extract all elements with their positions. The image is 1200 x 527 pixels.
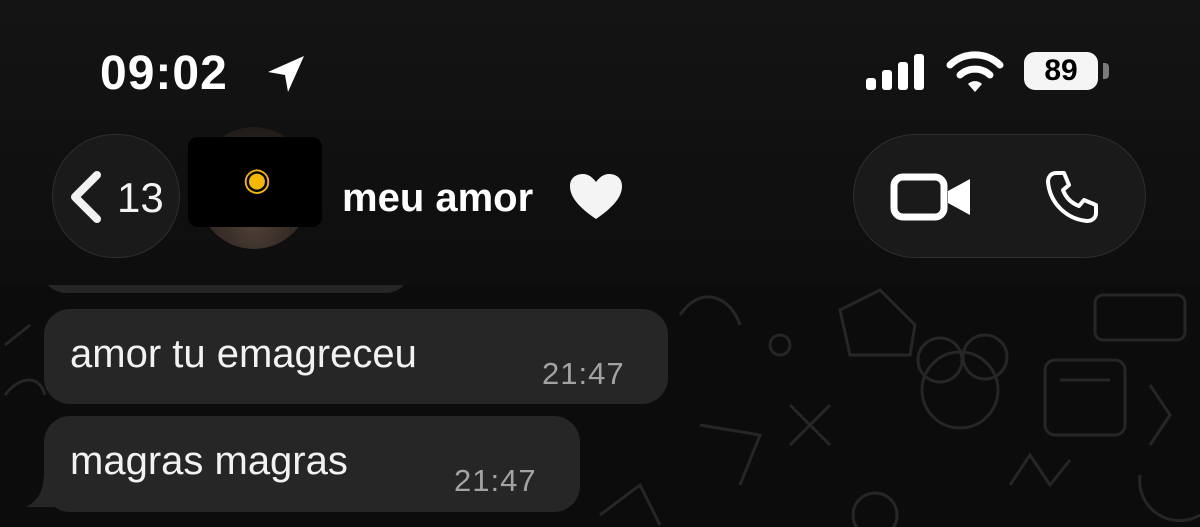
chat-header: 09:02 89 13 ◉ meu amor xyxy=(0,0,1200,285)
contact-name[interactable]: meu amor xyxy=(342,176,533,220)
message-time: 21:47 xyxy=(542,356,625,391)
partying-face-icon: ◉ xyxy=(243,161,271,197)
avatar-sticker: ◉ xyxy=(188,137,322,227)
battery-cap xyxy=(1103,63,1109,79)
video-call-icon[interactable] xyxy=(890,173,974,221)
message-time: 21:47 xyxy=(454,463,537,498)
status-time: 09:02 xyxy=(100,47,228,100)
unread-count: 13 xyxy=(117,174,164,221)
message-bubble[interactable]: amor tu emagreceu 21:47 xyxy=(44,309,668,404)
previous-message-bubble xyxy=(42,285,410,293)
call-actions xyxy=(853,134,1146,258)
cellular-signal-icon xyxy=(866,54,924,90)
message-text: magras magras xyxy=(70,439,348,483)
chevron-left-icon xyxy=(71,171,101,223)
message-text: amor tu emagreceu xyxy=(70,332,417,376)
white-heart-icon xyxy=(570,174,622,219)
battery-indicator: 89 xyxy=(1024,52,1098,90)
voice-call-icon[interactable] xyxy=(1044,169,1100,225)
location-arrow-icon xyxy=(268,56,304,92)
wifi-icon xyxy=(946,51,1004,92)
message-bubble[interactable]: magras magras 21:47 xyxy=(44,416,580,512)
chat-area[interactable]: amor tu emagreceu 21:47 magras magras 21… xyxy=(0,285,1200,527)
back-button[interactable]: 13 xyxy=(52,134,180,258)
